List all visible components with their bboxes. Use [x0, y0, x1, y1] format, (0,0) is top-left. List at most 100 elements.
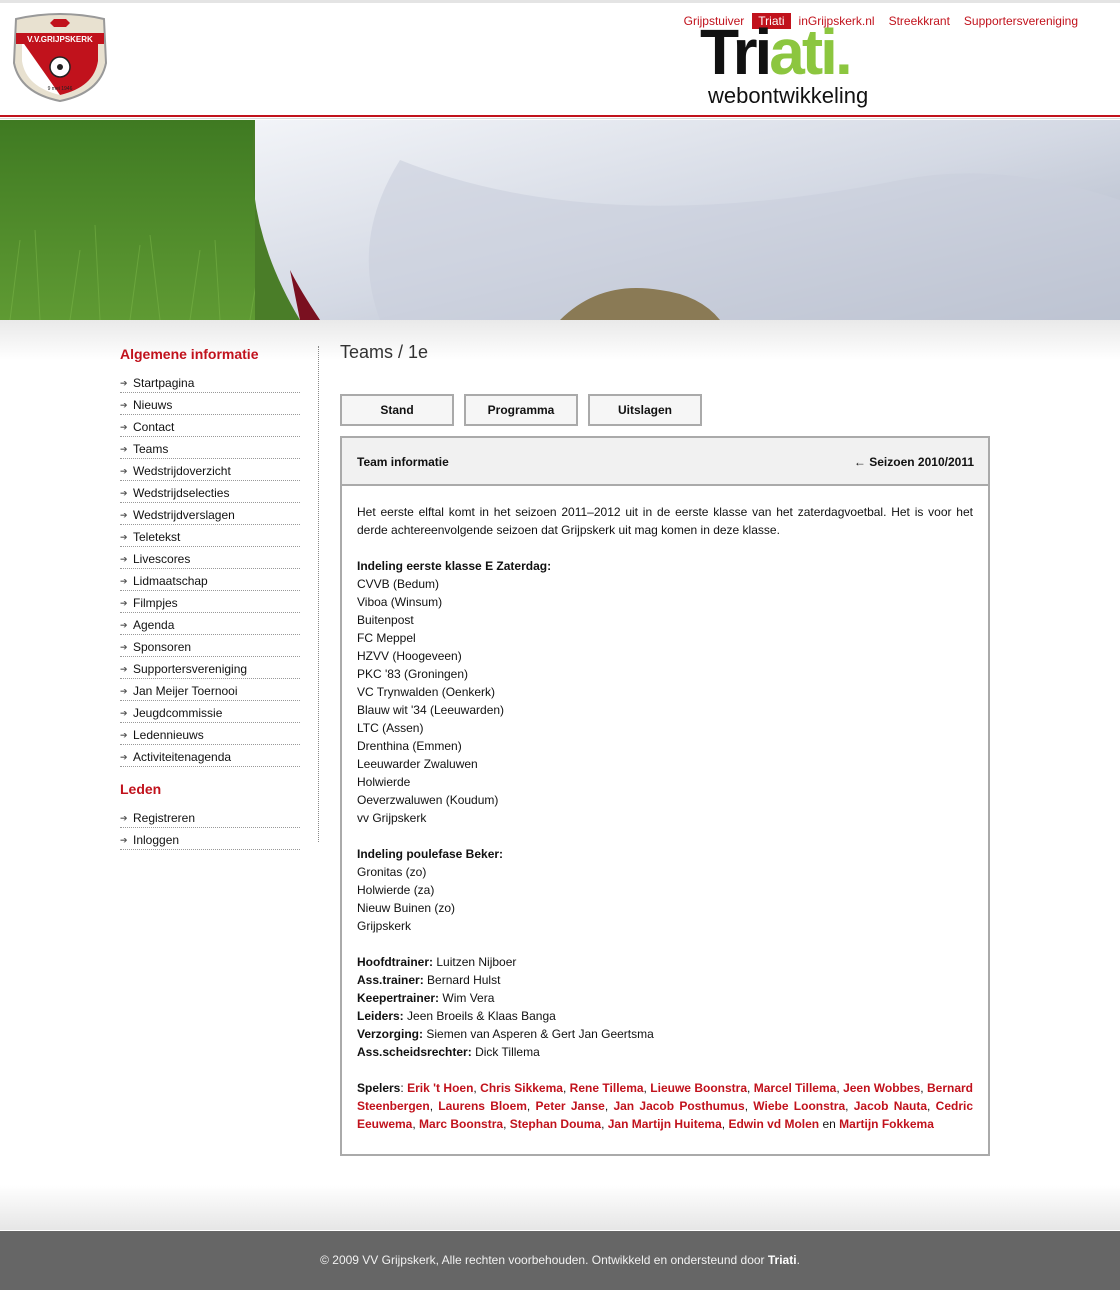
sidebar-item-nieuws[interactable]: ➔ Nieuws [120, 394, 300, 415]
svg-text:9 mei 1946: 9 mei 1946 [48, 86, 73, 92]
player-link[interactable]: Marc Boonstra [419, 1117, 503, 1131]
page-title: Teams / 1e [340, 342, 429, 362]
sponsor-banner[interactable]: Triati. webontwikkeling [700, 17, 910, 111]
sponsor-tagline: webontwikkeling [708, 83, 869, 108]
cup-team: Holwierde (za) [357, 883, 435, 897]
player-link[interactable]: Wiebe Loonstra [753, 1099, 845, 1113]
division-team: CVVB (Bedum) [357, 577, 440, 591]
division-team: Leeuwarder Zwaluwen [357, 757, 478, 771]
player-link[interactable]: Jan Martijn Huitema [608, 1117, 722, 1131]
staff-row: Hoofdtrainer: Luitzen Nijboer [357, 955, 517, 969]
team-info-panel: Team informatie ← Seizoen 2010/2011 Het … [340, 436, 990, 1156]
cup-heading: Indeling poulefase Beker: [357, 847, 504, 861]
arrow-icon: ➔ [120, 664, 128, 674]
player-link[interactable]: Peter Janse [536, 1099, 605, 1113]
arrow-icon: ➔ [120, 444, 128, 454]
division-list: CVVB (Bedum) Viboa (Winsum) Buitenpost F… [357, 575, 973, 827]
sidebar-item-wedstrijdselecties[interactable]: ➔ Wedstrijdselecties [120, 482, 300, 503]
division-team: Drenthina (Emmen) [357, 739, 462, 753]
panel-title: Team informatie [357, 455, 449, 469]
sidebar-item-wedstrijdverslagen[interactable]: ➔ Wedstrijdverslagen [120, 504, 300, 525]
header-divider [0, 115, 1120, 117]
staff-list: Hoofdtrainer: Luitzen Nijboer Ass.traine… [357, 953, 973, 1061]
sidebar-heading-leden: Leden [120, 781, 162, 797]
sidebar-item-teletekst[interactable]: ➔ Teletekst [120, 526, 300, 547]
arrow-icon: ➔ [120, 620, 128, 630]
sidebar-item-livescores[interactable]: ➔ Livescores [120, 548, 300, 569]
arrow-icon: ➔ [120, 422, 128, 432]
panel-header: Team informatie ← Seizoen 2010/2011 [342, 438, 988, 486]
sidebar-item-teams[interactable]: ➔ Teams [120, 438, 300, 459]
staff-row: Leiders: Jeen Broeils & Klaas Banga [357, 1009, 556, 1023]
sidebar-item-ledennieuws[interactable]: ➔ Ledennieuws [120, 724, 300, 745]
sidebar-item-activiteitenagenda[interactable]: ➔ Activiteitenagenda [120, 746, 300, 767]
player-link[interactable]: Rene Tillema [570, 1081, 644, 1095]
sidebar-menu-members: ➔ Registreren ➔ Inloggen [120, 807, 300, 850]
previous-season-link[interactable]: ← Seizoen 2010/2011 [854, 455, 974, 469]
sidebar-item-wedstrijdoverzicht[interactable]: ➔ Wedstrijdoverzicht [120, 460, 300, 481]
arrow-icon: ➔ [120, 488, 128, 498]
staff-row: Keepertrainer: Wim Vera [357, 991, 495, 1005]
arrow-icon: ➔ [120, 510, 128, 520]
arrow-icon: ➔ [120, 532, 128, 542]
sidebar-menu-general: ➔ Startpagina ➔ Nieuws ➔ Contact ➔ Teams ➔ We… [120, 372, 300, 767]
arrow-icon: ➔ [120, 378, 128, 388]
player-link[interactable]: Jan Jacob Posthumus [613, 1099, 744, 1113]
sidebar-item-agenda[interactable]: ➔ Agenda [120, 614, 300, 635]
division-team: Buitenpost [357, 613, 414, 627]
division-team: Viboa (Winsum) [357, 595, 443, 609]
division-team: vv Grijpskerk [357, 811, 427, 825]
player-link[interactable]: Erik 't Hoen [407, 1081, 473, 1095]
tab-programma[interactable]: Programma [464, 394, 578, 426]
player-link[interactable]: Lieuwe Boonstra [650, 1081, 747, 1095]
player-link[interactable]: Martijn Fokkema [839, 1117, 934, 1131]
header: V.V.GRIJPSKERK 9 mei 1946 Grijpstuiver T… [0, 3, 1120, 115]
arrow-icon: ➔ [120, 730, 128, 740]
arrow-icon: ➔ [120, 598, 128, 608]
hero-banner-image [0, 120, 1120, 320]
division-team: HZVV (Hoogeveen) [357, 649, 462, 663]
arrow-icon: ➔ [120, 466, 128, 476]
footer: © 2009 VV Grijpskerk, Alle rechten voorb… [0, 1231, 1120, 1290]
sponsor-logo-text: Triati. [700, 16, 853, 88]
tab-stand[interactable]: Stand [340, 394, 454, 426]
tab-uitslagen[interactable]: Uitslagen [588, 394, 702, 426]
player-link[interactable]: Edwin vd Molen [728, 1117, 819, 1131]
division-team: PKC '83 (Groningen) [357, 667, 469, 681]
player-link[interactable]: Jacob Nauta [854, 1099, 927, 1113]
division-team: VC Trynwalden (Oenkerk) [357, 685, 496, 699]
sidebar-item-registreren[interactable]: ➔ Registreren [120, 807, 300, 828]
division-team: Oeverzwaluwen (Koudum) [357, 793, 499, 807]
arrow-icon: ➔ [120, 554, 128, 564]
arrow-icon: ➔ [120, 708, 128, 718]
division-team: FC Meppel [357, 631, 416, 645]
player-link[interactable]: Chris Sikkema [480, 1081, 563, 1095]
player-link[interactable]: Stephan Douma [510, 1117, 601, 1131]
sidebar-item-contact[interactable]: ➔ Contact [120, 416, 300, 437]
cup-team: Nieuw Buinen (zo) [357, 901, 456, 915]
intro-text: Het eerste elftal komt in het seizoen 20… [357, 505, 973, 537]
topnav-supportersvereniging[interactable]: Supportersvereniging [958, 13, 1084, 29]
player-link[interactable]: Marcel Tillema [754, 1081, 837, 1095]
staff-row: Verzorging: Siemen van Asperen & Gert Ja… [357, 1027, 654, 1041]
sidebar-item-filmpjes[interactable]: ➔ Filmpjes [120, 592, 300, 613]
sidebar-item-jeugdcommissie[interactable]: ➔ Jeugdcommissie [120, 702, 300, 723]
sidebar-heading-algemene-informatie: Algemene informatie [120, 346, 259, 362]
cup-team: Grijpskerk [357, 919, 412, 933]
division-team: Blauw wit '34 (Leeuwarden) [357, 703, 505, 717]
division-team: Holwierde [357, 775, 411, 789]
sidebar-item-inloggen[interactable]: ➔ Inloggen [120, 829, 300, 850]
sidebar-item-supportersvereniging[interactable]: ➔ Supportersvereniging [120, 658, 300, 679]
division-heading: Indeling eerste klasse E Zaterdag: [357, 559, 552, 573]
sidebar-item-startpagina[interactable]: ➔ Startpagina [120, 372, 300, 393]
arrow-icon: ➔ [120, 642, 128, 652]
sidebar-item-sponsoren[interactable]: ➔ Sponsoren [120, 636, 300, 657]
arrow-icon: ➔ [120, 835, 128, 845]
sidebar-item-lidmaatschap[interactable]: ➔ Lidmaatschap [120, 570, 300, 591]
player-link[interactable]: Laurens Bloem [438, 1099, 527, 1113]
footer-copyright: © 2009 VV Grijpskerk, Alle rechten voorb… [320, 1253, 768, 1267]
sidebar-item-jan-meijer-toernooi[interactable]: ➔ Jan Meijer Toernooi [120, 680, 300, 701]
footer-triati-link[interactable]: Triati [768, 1253, 797, 1267]
player-link[interactable]: Jeen Wobbes [843, 1081, 920, 1095]
club-logo[interactable]: V.V.GRIJPSKERK 9 mei 1946 [10, 13, 110, 103]
